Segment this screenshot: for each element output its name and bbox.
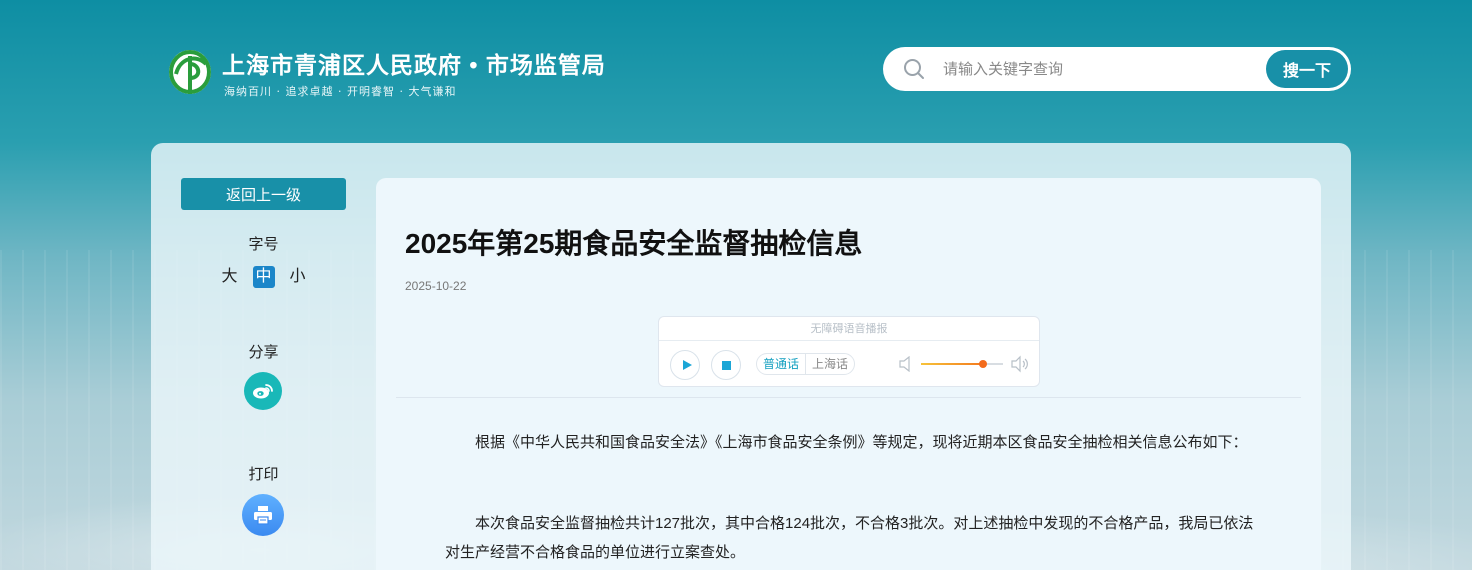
article-date: 2025-10-22: [405, 279, 467, 293]
font-size-large[interactable]: 大: [219, 266, 241, 288]
weibo-icon: [253, 384, 273, 399]
volume-knob[interactable]: [978, 360, 987, 368]
font-size-label: 字号: [248, 236, 279, 253]
site-title: 上海市青浦区人民政府 • 市场监管局: [222, 52, 606, 78]
weibo-share-button[interactable]: [244, 372, 282, 410]
font-size-small[interactable]: 小: [287, 266, 309, 288]
lang-mandarin[interactable]: 普通话: [757, 354, 807, 374]
article-title: 2025年第25期食品安全监督抽检信息: [405, 228, 863, 259]
site-motto: 海纳百川 · 追求卓越 · 开明睿智 · 大气谦和: [224, 85, 457, 98]
volume-slider[interactable]: [921, 360, 1003, 368]
divider: [396, 397, 1301, 398]
search-input[interactable]: [943, 57, 1243, 81]
play-icon: [683, 360, 692, 370]
content-panel: 返回上一级 字号 大 中 小 分享 打印 2025年第25期食品安全监督抽检信息…: [151, 143, 1351, 570]
search-icon: [904, 59, 924, 79]
font-size-medium[interactable]: 中: [252, 266, 275, 288]
article-paragraph: 本次食品安全监督抽检共计127批次，其中合格124批次，不合格3批次。对上述抽检…: [445, 515, 1254, 561]
volume-high-icon[interactable]: [1011, 355, 1029, 373]
search-button[interactable]: 搜一下: [1266, 50, 1348, 88]
print-icon: [254, 506, 272, 525]
volume-low-icon[interactable]: [899, 356, 913, 372]
article: 2025年第25期食品安全监督抽检信息 2025-10-22 无障碍语音播报 普…: [376, 178, 1321, 570]
article-paragraph: 根据《中华人民共和国食品安全法》《上海市食品安全条例》等规定，现将近期本区食品安…: [475, 434, 1248, 451]
font-size-switcher: 大 中 小: [181, 265, 346, 289]
logo-icon[interactable]: [166, 44, 216, 100]
lang-shanghainese[interactable]: 上海话: [806, 354, 854, 374]
share-label: 分享: [248, 344, 279, 361]
volume-fill: [921, 363, 983, 365]
stop-button[interactable]: [711, 350, 741, 380]
print-button[interactable]: [242, 494, 284, 536]
play-button[interactable]: [670, 350, 700, 380]
stop-icon: [722, 361, 731, 370]
player-title: 无障碍语音播报: [659, 317, 1039, 341]
audio-player: 无障碍语音播报 普通话 上海话: [658, 316, 1040, 387]
back-button[interactable]: 返回上一级: [181, 178, 346, 210]
site-header: 上海市青浦区人民政府 • 市场监管局 海纳百川 · 追求卓越 · 开明睿智 · …: [0, 0, 1472, 140]
language-switcher: 普通话 上海话: [756, 353, 856, 375]
print-label: 打印: [248, 466, 279, 483]
search-box: 搜一下: [883, 47, 1351, 91]
